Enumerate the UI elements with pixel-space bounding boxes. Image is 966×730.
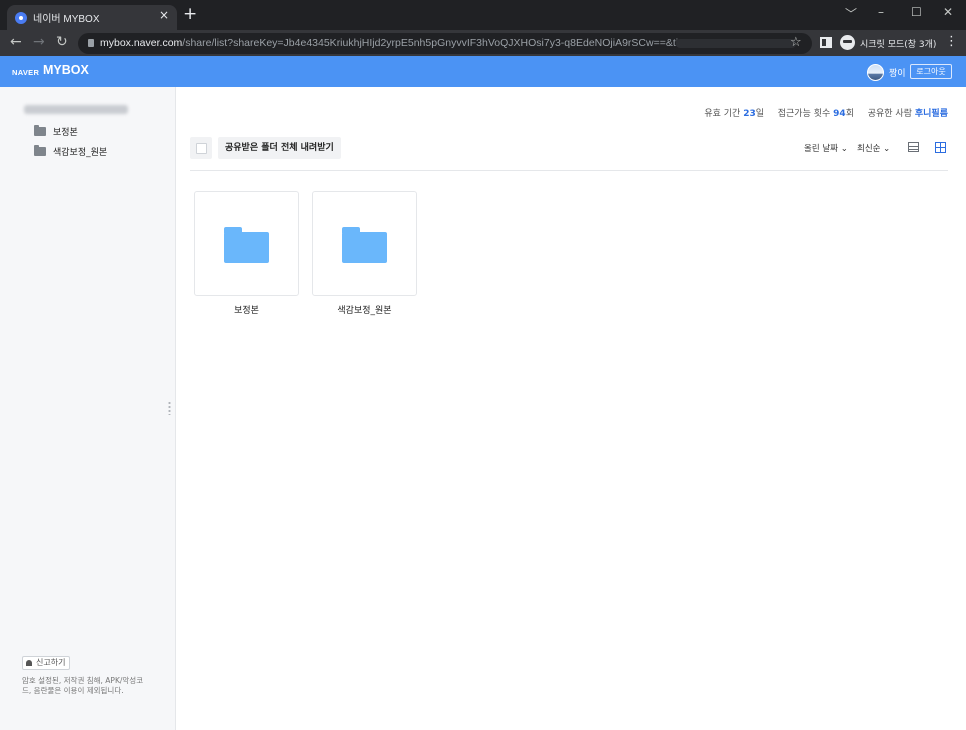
tab-search-icon[interactable]: ﹀: [845, 5, 857, 22]
user-name[interactable]: 짱이: [889, 66, 906, 79]
access-value: 94: [833, 109, 846, 119]
close-window-button[interactable]: ✕: [943, 5, 953, 19]
select-all-checkbox[interactable]: [190, 137, 212, 159]
report-icon: [26, 660, 32, 666]
usage-notice: 암호 설정된, 저작권 침해, APK/악성코드, 음란물은 이용이 제외됩니다…: [22, 676, 144, 695]
report-label: 신고하기: [36, 658, 66, 667]
avatar[interactable]: [867, 64, 884, 81]
mybox-logo[interactable]: MYBOX: [43, 63, 89, 77]
access-label: 접근가능 횟수: [777, 109, 831, 119]
browser-menu-icon[interactable]: ⋮: [945, 34, 958, 49]
report-button[interactable]: 신고하기: [22, 656, 71, 670]
chevron-down-icon: ⌄: [840, 144, 848, 154]
folder-icon: [342, 227, 387, 263]
minimize-button[interactable]: –: [878, 5, 884, 19]
logout-button[interactable]: 로그아웃: [910, 64, 952, 79]
back-arrow-icon[interactable]: ←: [10, 34, 22, 50]
browser-toolbar: ← → ↻ mybox.naver.com/share/list?shareKe…: [0, 30, 966, 56]
folder-card[interactable]: [194, 191, 299, 296]
folder-icon: [224, 227, 269, 263]
tree-item-label: 보정본: [53, 128, 78, 138]
sort-order-dropdown[interactable]: 최신순 ⌄: [857, 142, 890, 154]
lock-icon: [88, 39, 94, 47]
side-panel-icon[interactable]: [820, 37, 832, 48]
period-value: 23: [743, 109, 756, 119]
maximize-button[interactable]: ☐: [911, 5, 922, 19]
mybox-favicon-icon: [15, 12, 27, 24]
folder-icon: [34, 125, 46, 136]
sort-field-dropdown[interactable]: 올린 날짜 ⌄: [804, 142, 848, 154]
folder-card-label[interactable]: 보정본: [194, 303, 299, 316]
period-label: 유효 기간: [704, 109, 741, 119]
tab-title: 네이버 MYBOX: [33, 14, 100, 25]
forward-arrow-icon[interactable]: →: [33, 34, 45, 50]
browser-titlebar: 네이버 MYBOX × + ﹀ – ☐ ✕: [0, 0, 966, 30]
sharer-name[interactable]: 후니필름: [915, 109, 948, 119]
reload-icon[interactable]: ↻: [56, 34, 68, 50]
folder-card-label[interactable]: 색감보정_원본: [312, 303, 417, 316]
sharer-label: 공유한 사람: [867, 109, 912, 119]
period-unit: 일: [755, 109, 764, 119]
naver-logo[interactable]: NAVER: [12, 68, 39, 77]
list-view-icon[interactable]: [908, 142, 919, 152]
grid-view-icon[interactable]: [935, 142, 946, 153]
incognito-label[interactable]: 시크릿 모드(창 3개): [860, 37, 936, 50]
new-tab-button[interactable]: +: [183, 5, 197, 23]
panel-resize-handle[interactable]: [168, 401, 171, 415]
browser-tab[interactable]: 네이버 MYBOX ×: [7, 5, 177, 30]
download-all-button[interactable]: 공유받은 폴더 전체 내려받기: [218, 137, 341, 159]
folder-icon: [34, 145, 46, 156]
url-text: mybox.naver.com/share/list?shareKey=Jb4e…: [100, 37, 685, 49]
tab-close-icon[interactable]: ×: [159, 8, 169, 22]
folder-card[interactable]: [312, 191, 417, 296]
app-header: NAVER MYBOX 짱이 로그아웃: [0, 56, 966, 87]
folder-tree-panel: 보정본 색감보정_원본: [0, 87, 176, 730]
share-info: 유효 기간 23일 접근가능 횟수 94회 공유한 사람 후니필름: [704, 106, 948, 119]
address-bar[interactable]: mybox.naver.com/share/list?shareKey=Jb4e…: [78, 33, 812, 54]
tree-item-label: 색감보정_원본: [53, 148, 108, 158]
divider: [190, 170, 948, 171]
access-unit: 회: [845, 109, 854, 119]
chevron-down-icon: ⌄: [883, 144, 891, 154]
share-title-redacted: [24, 105, 128, 114]
bookmark-star-icon[interactable]: ☆: [790, 35, 802, 50]
incognito-icon[interactable]: [840, 35, 855, 50]
url-redacted: [676, 39, 796, 48]
